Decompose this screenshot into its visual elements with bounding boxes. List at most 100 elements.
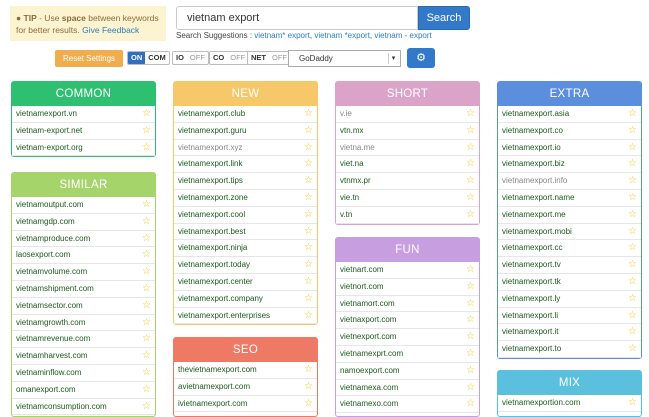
star-outline-icon[interactable]: ☆ (142, 247, 151, 264)
star-outline-icon[interactable]: ☆ (142, 331, 151, 348)
domain-name[interactable]: vietnamexport.cc (502, 243, 562, 252)
domain-row[interactable]: vietnamexport.li ☆ (498, 308, 641, 325)
io-toggle[interactable]: IO OFF (172, 51, 209, 65)
star-outline-icon[interactable]: ☆ (628, 140, 637, 157)
star-outline-icon[interactable]: ☆ (304, 240, 313, 257)
domain-name[interactable]: namoexport.com (340, 366, 400, 375)
domain-row[interactable]: vietnamexport.ly ☆ (498, 291, 641, 308)
star-outline-icon[interactable]: ☆ (304, 173, 313, 190)
domain-row[interactable]: vietnamrevenue.com ☆ (12, 331, 155, 349)
star-outline-icon[interactable]: ☆ (466, 396, 475, 413)
star-outline-icon[interactable]: ☆ (466, 363, 475, 380)
star-outline-icon[interactable]: ☆ (142, 348, 151, 365)
star-outline-icon[interactable]: ☆ (628, 207, 637, 224)
domain-row[interactable]: vietnamexport.vn ☆ (12, 106, 155, 123)
domain-row[interactable]: vietnamexport.today ☆ (174, 257, 317, 274)
domain-name[interactable]: vietna.me (340, 143, 375, 152)
star-outline-icon[interactable]: ☆ (466, 156, 475, 173)
domain-name[interactable]: vietnamexport.ly (502, 294, 560, 303)
domain-name[interactable]: vietnamexport.mobi (502, 227, 572, 236)
star-outline-icon[interactable]: ☆ (466, 140, 475, 157)
domain-name[interactable]: vietnamoutput.com (16, 200, 84, 209)
domain-name[interactable]: vietnamexport.zone (178, 193, 248, 202)
domain-row[interactable]: vietnamexport.it ☆ (498, 324, 641, 342)
domain-name[interactable]: vietnamrevenue.com (16, 334, 90, 343)
star-outline-icon[interactable]: ☆ (142, 106, 151, 123)
star-outline-icon[interactable]: ☆ (142, 123, 151, 140)
domain-name[interactable]: omanexport.com (16, 385, 76, 394)
domain-name[interactable]: vietnamexport.name (502, 193, 574, 202)
star-outline-icon[interactable]: ☆ (304, 156, 313, 173)
domain-name[interactable]: v.ie (340, 109, 352, 118)
star-outline-icon[interactable]: ☆ (304, 123, 313, 140)
domain-name[interactable]: vietnamexport.enterprises (178, 311, 270, 320)
domain-row[interactable]: vietnamexport.ninja ☆ (174, 240, 317, 258)
domain-name[interactable]: vietnamexport.link (178, 159, 242, 168)
domain-row[interactable]: vie.tn ☆ (336, 190, 479, 207)
domain-name[interactable]: vietnamconsumption.com (16, 402, 107, 411)
domain-name[interactable]: vietnamexport.asia (502, 109, 569, 118)
search-button[interactable]: Search (418, 6, 470, 30)
domain-row[interactable]: vietnamexport.mobi ☆ (498, 224, 641, 241)
domain-row[interactable]: vietnamexport.cc ☆ (498, 240, 641, 258)
domain-name[interactable]: laosexport.com (16, 250, 70, 259)
suggestion-link[interactable]: vietnam *export (314, 31, 370, 40)
star-outline-icon[interactable]: ☆ (142, 231, 151, 248)
domain-row[interactable]: vietnamexa.com ☆ (336, 380, 479, 397)
registrar-select[interactable]: GoDaddy ▾ (288, 50, 401, 67)
domain-name[interactable]: v.tn (340, 210, 352, 219)
domain-name[interactable]: ivietnamexport.com (178, 399, 247, 408)
star-outline-icon[interactable]: ☆ (142, 264, 151, 281)
domain-row[interactable]: vietnamexport.tips ☆ (174, 173, 317, 190)
star-outline-icon[interactable]: ☆ (142, 140, 151, 157)
domain-name[interactable]: vietnamexport.tv (502, 260, 561, 269)
star-outline-icon[interactable]: ☆ (628, 240, 637, 257)
star-outline-icon[interactable]: ☆ (304, 291, 313, 308)
com-toggle[interactable]: ON COM (127, 51, 170, 65)
star-outline-icon[interactable]: ☆ (628, 106, 637, 123)
domain-row[interactable]: laosexport.com ☆ (12, 247, 155, 265)
domain-name[interactable]: vietnamexport.tk (502, 277, 561, 286)
domain-name[interactable]: vietnam-export.net (16, 126, 82, 135)
domain-row[interactable]: vietnamexport.company ☆ (174, 291, 317, 308)
star-outline-icon[interactable]: ☆ (628, 395, 637, 412)
domain-row[interactable]: vietnamexport.name ☆ (498, 190, 641, 207)
star-outline-icon[interactable]: ☆ (142, 281, 151, 298)
domain-name[interactable]: vietnamexo.com (340, 399, 398, 408)
domain-row[interactable]: vietnamexport.io ☆ (498, 140, 641, 157)
suggestion-link[interactable]: vietnam* export (254, 31, 310, 40)
domain-row[interactable]: vietnam-export.org ☆ (12, 140, 155, 157)
domain-row[interactable]: vietnamproduce.com ☆ (12, 231, 155, 248)
star-outline-icon[interactable]: ☆ (628, 274, 637, 291)
star-outline-icon[interactable]: ☆ (142, 382, 151, 399)
domain-name[interactable]: vietnamexport.me (502, 210, 566, 219)
star-outline-icon[interactable]: ☆ (466, 329, 475, 346)
domain-name[interactable]: vietnamexport.cool (178, 210, 245, 219)
domain-name[interactable]: vietnamexport.io (502, 143, 561, 152)
star-outline-icon[interactable]: ☆ (466, 346, 475, 363)
star-outline-icon[interactable]: ☆ (142, 214, 151, 231)
domain-row[interactable]: vietnamgdp.com ☆ (12, 214, 155, 231)
star-outline-icon[interactable]: ☆ (142, 298, 151, 315)
domain-name[interactable]: vietnamexportion.com (502, 398, 580, 407)
domain-name[interactable]: vietnamvolume.com (16, 267, 87, 276)
domain-row[interactable]: vietnamvolume.com ☆ (12, 264, 155, 281)
domain-row[interactable]: ivietnamexport.com ☆ (174, 396, 317, 413)
domain-row[interactable]: vietnamexport.cool ☆ (174, 207, 317, 224)
star-outline-icon[interactable]: ☆ (628, 224, 637, 241)
domain-name[interactable]: vietnamexport.to (502, 344, 561, 353)
domain-name[interactable]: vietnamgrowth.com (16, 318, 85, 327)
domain-row[interactable]: vietnamexport.enterprises ☆ (174, 308, 317, 325)
domain-row[interactable]: vietnamexport.me ☆ (498, 207, 641, 224)
domain-row[interactable]: namoexport.com ☆ (336, 363, 479, 380)
star-outline-icon[interactable]: ☆ (304, 190, 313, 207)
domain-row[interactable]: vietnamgrowth.com ☆ (12, 315, 155, 332)
domain-row[interactable]: vietnam-export.net ☆ (12, 123, 155, 140)
star-outline-icon[interactable]: ☆ (304, 207, 313, 224)
domain-row[interactable]: vietnaxport.com ☆ (336, 312, 479, 330)
star-outline-icon[interactable]: ☆ (466, 173, 475, 190)
domain-name[interactable]: vietnamort.com (340, 299, 395, 308)
reset-settings-button[interactable]: Reset Settings (55, 50, 123, 67)
domain-row[interactable]: vietnamharvest.com ☆ (12, 348, 155, 365)
domain-row[interactable]: vtnmx.pr ☆ (336, 173, 479, 190)
